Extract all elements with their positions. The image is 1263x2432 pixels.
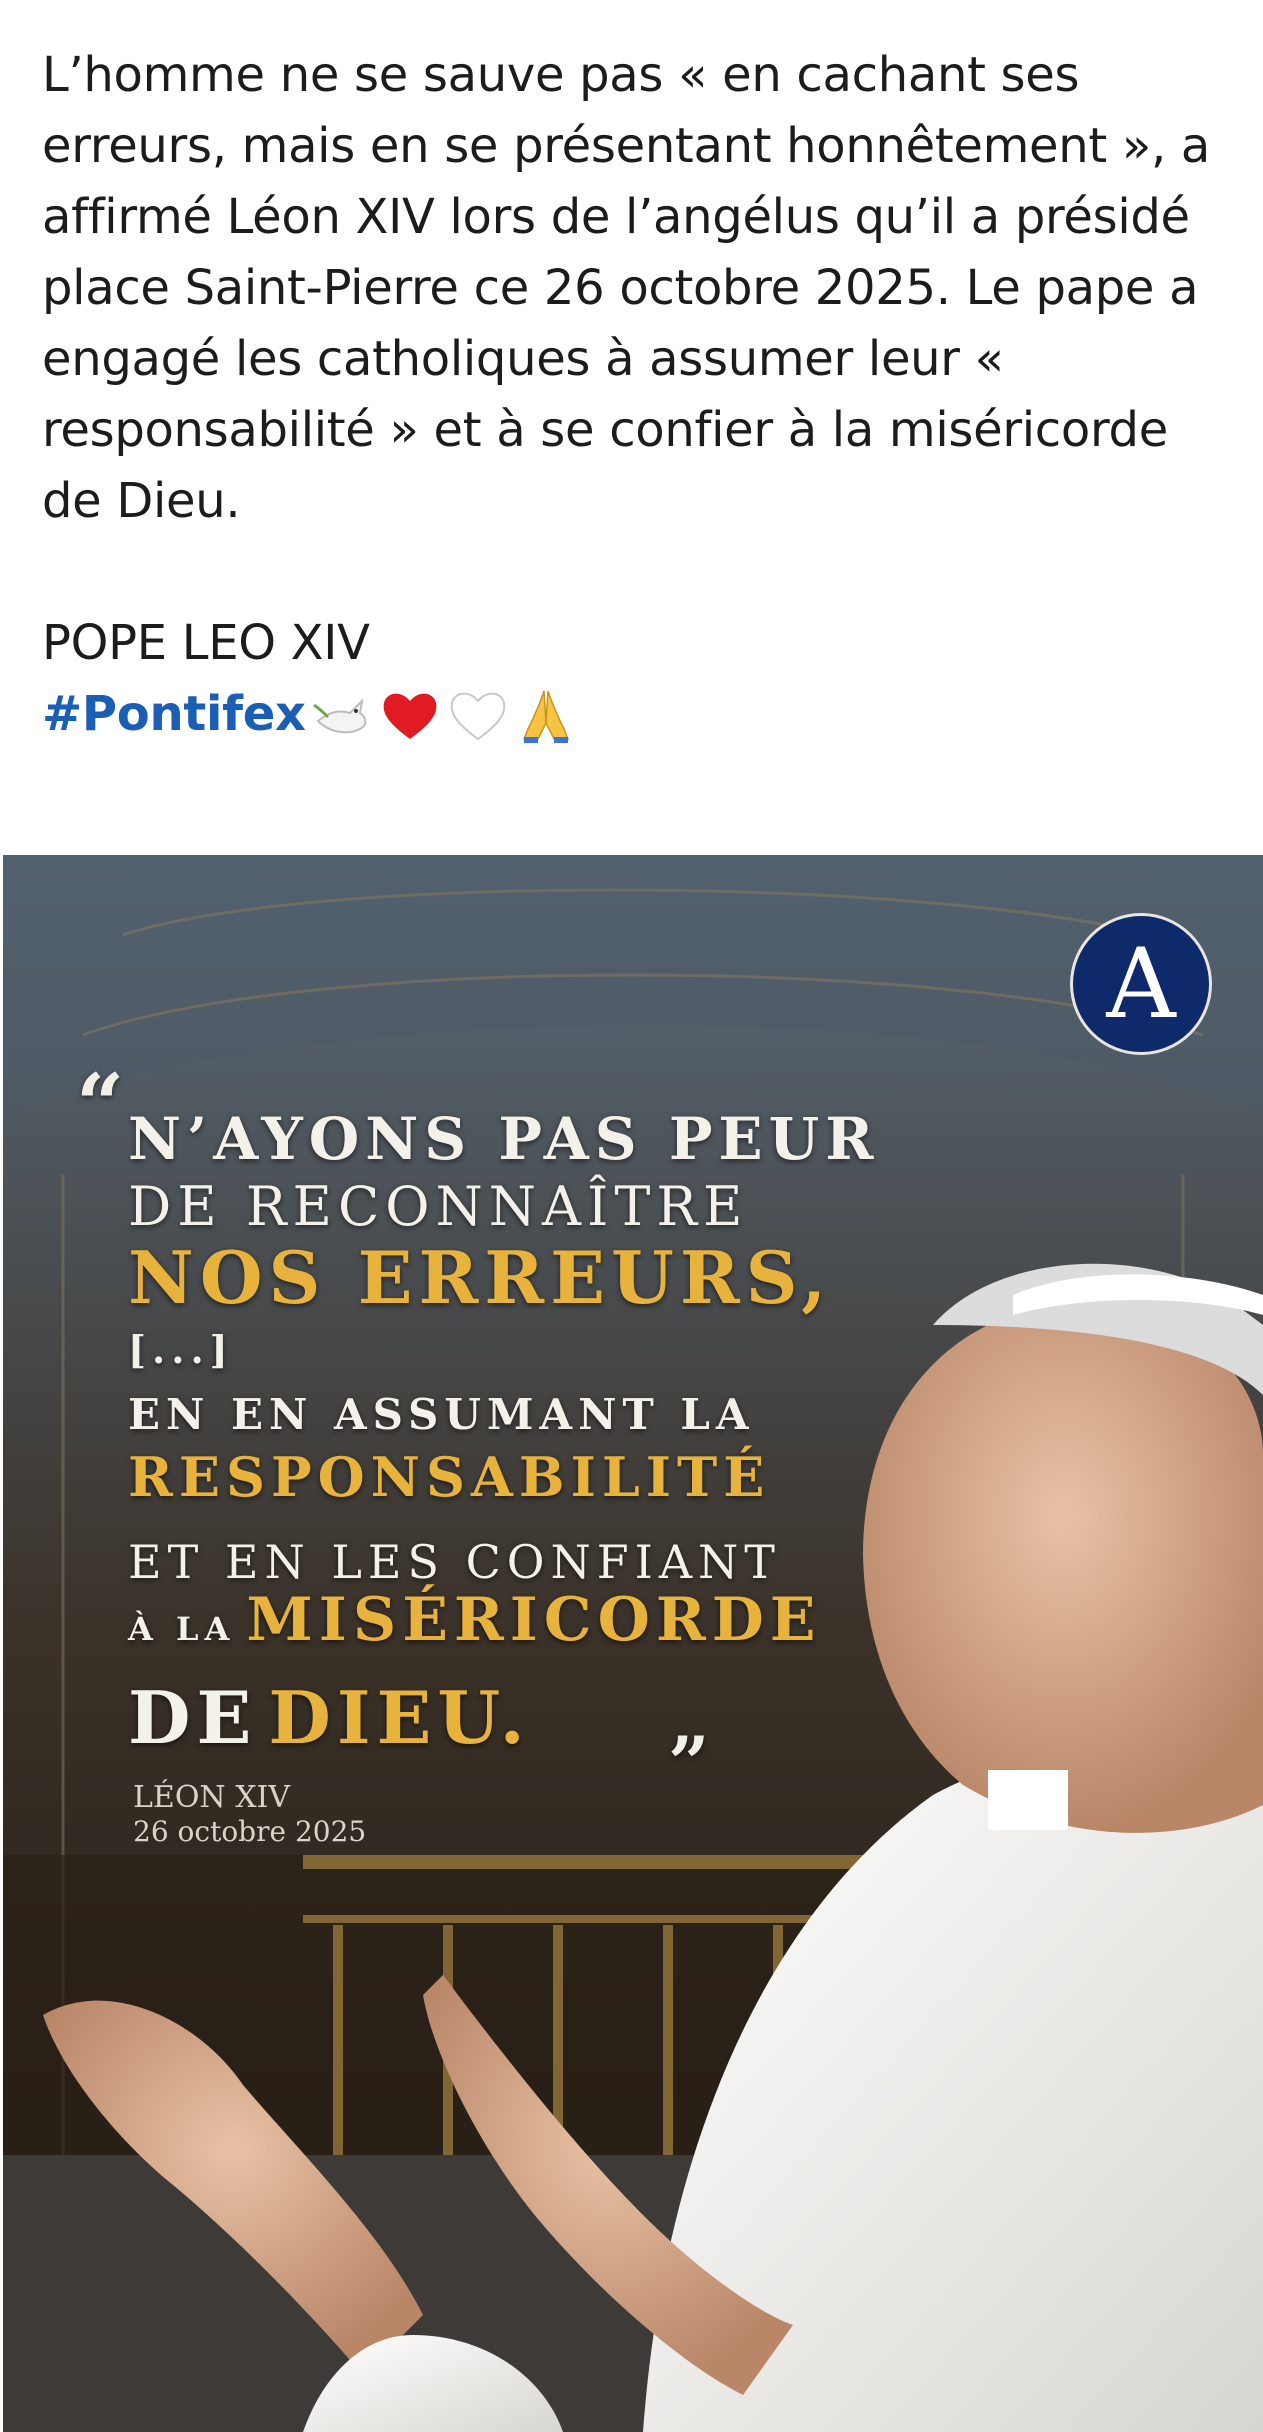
quote-line-8-small: À LA <box>128 1610 236 1648</box>
signature-name: LÉON XIV <box>133 1780 291 1815</box>
quote-line-7: ET EN LES CONFIANT <box>128 1535 781 1589</box>
quote-line-4: [...] <box>128 1327 234 1372</box>
white-heart-icon <box>450 692 506 740</box>
post-caption: L’homme ne se sauve pas « en cachant ses… <box>42 40 1222 750</box>
close-quote-mark: ” <box>668 1720 710 1805</box>
dove-icon <box>312 697 366 733</box>
quote-line-9-white: DE <box>128 1675 258 1760</box>
signature-date: 26 octobre 2025 <box>133 1815 367 1848</box>
praying-hands-icon <box>522 690 569 743</box>
post-paragraph: L’homme ne se sauve pas « en cachant ses… <box>42 47 1210 529</box>
quote-line-8-big: MISÉRICORDE <box>246 1585 822 1655</box>
quote-image-card[interactable]: A “ N’AYONS PAS PEUR DE RECONNAÎTRE NOS … <box>3 855 1263 2432</box>
hashtag-line: #Pontifex <box>42 679 1222 750</box>
quote-line-5: EN EN ASSUMANT LA <box>128 1390 755 1439</box>
quote-line-8: À LA MISÉRICORDE <box>128 1585 822 1655</box>
quote-line-2: DE RECONNAÎTRE <box>128 1175 749 1238</box>
quote-line-6: RESPONSABILITÉ <box>128 1445 771 1509</box>
quote-line-9: DE DIEU. <box>128 1675 531 1760</box>
quote-line-9-gold: DIEU. <box>268 1675 531 1760</box>
red-heart-icon <box>383 693 437 739</box>
quote-line-1: N’AYONS PAS PEUR <box>128 1105 880 1173</box>
hashtag-link[interactable]: #Pontifex <box>42 679 306 750</box>
open-quote-mark: “ <box>76 1055 125 1154</box>
post-author-line: POPE LEO XIV <box>42 615 370 671</box>
quote-line-3: NOS ERREURS, <box>128 1235 833 1320</box>
aleteia-logo: A <box>1070 913 1212 1055</box>
